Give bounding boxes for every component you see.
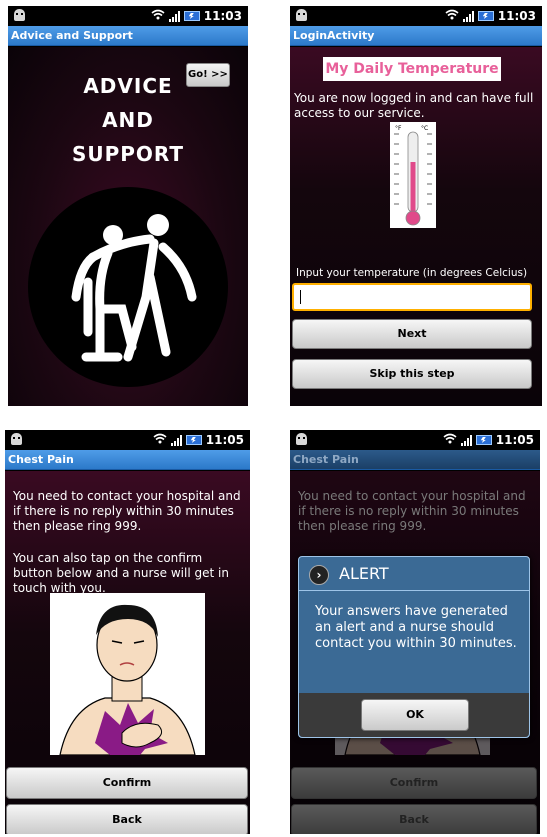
go-button[interactable]: Go! >> [186,63,230,87]
android-icon [296,9,307,21]
signal-icon [460,434,472,446]
status-time: 11:03 [497,9,536,23]
back-button[interactable]: Back [6,804,248,834]
android-icon [11,433,22,445]
screen-title: Chest Pain [290,450,540,470]
chest-pain-person-icon [59,604,196,756]
logged-in-message: You are now logged in and can have full … [294,91,534,120]
battery-icon [185,435,202,445]
signal-icon [170,434,182,446]
chest-pain-illustration [50,593,205,756]
battery-icon [183,11,200,21]
status-bar: 11:05 [5,430,250,450]
battery-icon [477,11,494,21]
advice-support-screen: 11:03 Advice and Support ADVICE AND SUPP… [8,6,248,406]
login-activity-screen: 11:03 LoginActivity My Daily Temperature… [290,6,542,406]
temperature-input[interactable] [292,283,532,311]
alert-dialog: › ALERT Your answers have generated an a… [298,556,530,738]
status-time: 11:05 [205,433,244,447]
android-icon [14,9,25,21]
back-button[interactable]: Back [291,804,537,834]
alert-dialog-message: Your answers have generated an alert and… [315,604,517,651]
contact-hospital-text: You need to contact your hospital and if… [13,489,241,533]
thermometer-image: °F °C [390,122,436,228]
signal-icon [462,10,474,22]
alert-dialog-footer: OK [299,693,529,737]
wifi-icon [445,9,459,23]
skip-step-button[interactable]: Skip this step [292,359,532,389]
battery-icon [475,435,492,445]
support-illustration [28,187,228,387]
celsius-label: °C [421,125,428,132]
wifi-icon [443,433,457,447]
status-time: 11:05 [495,433,534,447]
android-icon [296,433,307,445]
chest-pain-screen: 11:05 Chest Pain You need to contact you… [5,430,250,834]
advice-support-headline: ADVICE AND SUPPORT [71,74,185,166]
chest-pain-alert-screen: 11:05 Chest Pain You need to contact you… [290,430,540,834]
screen-title: Chest Pain [5,450,250,470]
daily-temperature-header: My Daily Temperature [323,57,501,81]
chevron-right-icon: › [309,565,329,585]
confirm-button[interactable]: Confirm [291,767,537,799]
thermometer-icon: °F °C [394,125,432,226]
status-bar: 11:05 [290,430,540,450]
alert-dialog-header: › ALERT [299,557,529,591]
alert-dialog-title: ALERT [339,564,389,583]
fahrenheit-label: °F [395,125,402,132]
wifi-icon [151,9,165,23]
status-bar: 11:03 [290,6,542,26]
wifi-icon [153,433,167,447]
next-button[interactable]: Next [292,319,532,349]
status-bar: 11:03 [8,6,248,26]
signal-icon [168,10,180,22]
status-time: 11:03 [203,9,242,23]
confirm-button[interactable]: Confirm [6,767,248,799]
contact-hospital-text: You need to contact your hospital and if… [298,489,526,533]
ok-button[interactable]: OK [361,699,469,731]
screen-title: Advice and Support [8,26,248,46]
temperature-input-label: Input your temperature (in degrees Celci… [296,267,528,279]
confirm-instructions-text: You can also tap on the confirm button b… [13,551,229,595]
helper-people-icon [71,214,197,362]
screen-title: LoginActivity [290,26,542,46]
